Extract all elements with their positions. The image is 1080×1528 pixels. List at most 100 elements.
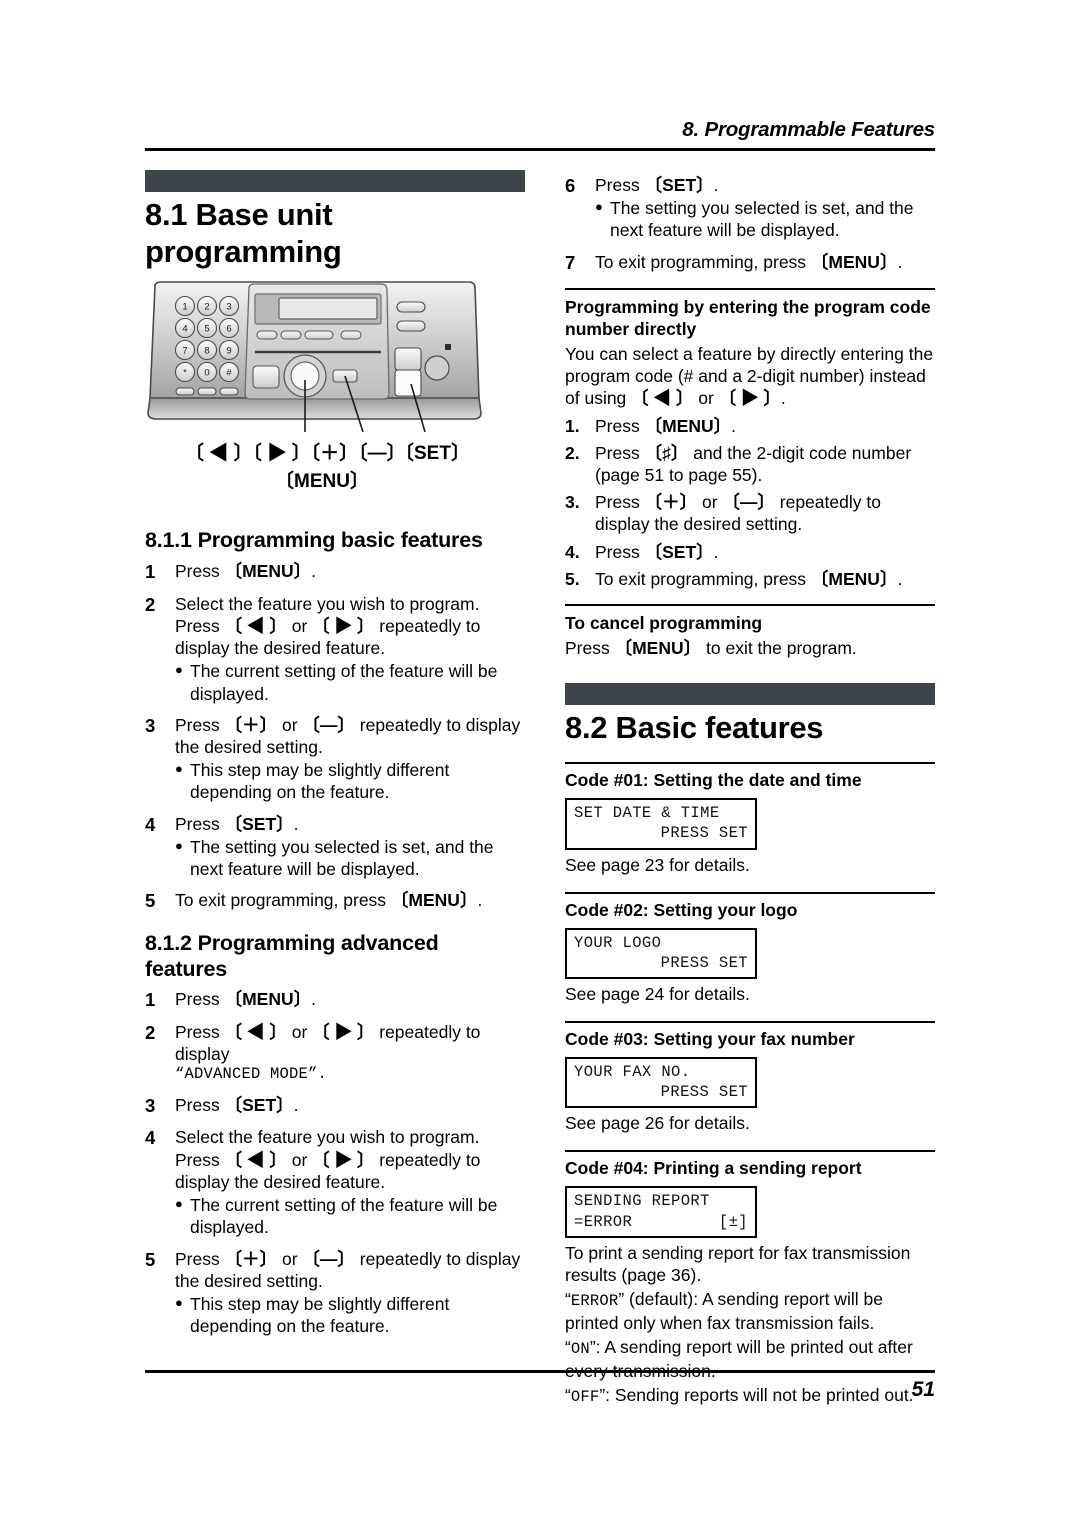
heading-code-01: Code #01: Setting the date and time (565, 770, 862, 791)
direct-code-steps: 1. Press 〔MENU〕. 2. Press 〔♯〕 and the 2-… (565, 415, 935, 591)
see-page-reference: See page 24 for details. (565, 983, 750, 1004)
step-item: 4 Press 〔SET〕. ● The setting you selecte… (145, 813, 525, 881)
bullet-dot-icon: ● (175, 662, 183, 678)
step-line: Select the feature you wish to program. (175, 1127, 480, 1148)
ordered-step-number: 3. (565, 492, 580, 513)
step-line: To exit programming, press 〔MENU〕. (175, 890, 483, 911)
step-body: To exit programming, press 〔MENU〕. (175, 889, 525, 912)
lcd-line-1: SET DATE & TIME (574, 804, 720, 823)
code-04-body-line: “ON”: A sending report will be printed o… (565, 1336, 913, 1381)
see-page-reference: See page 26 for details. (565, 1113, 750, 1134)
lcd-display-code-01: SET DATE & TIME PRESS SET (565, 798, 757, 850)
bullet-text: The current setting of the feature will … (190, 1195, 498, 1238)
lcd-line-1: SENDING REPORT (574, 1192, 710, 1211)
step-item: 7 To exit programming, press 〔MENU〕. (565, 251, 935, 274)
section-bar-82 (565, 683, 935, 706)
divider-rule (565, 604, 935, 607)
step-line: Press 〔＋〕 or 〔—〕 repeatedly to display t… (175, 1248, 521, 1291)
chapter-title: 8. Programmable Features (682, 118, 935, 141)
svg-text:*: * (183, 368, 187, 379)
step-number: 4 (145, 813, 156, 835)
header-rule (145, 148, 935, 151)
step-bullets: ● The setting you selected is set, and t… (175, 836, 525, 880)
svg-text:8: 8 (204, 346, 209, 357)
divider-rule (565, 762, 935, 765)
ordered-step-text: To exit programming, press 〔MENU〕. (595, 568, 903, 589)
step-item: 6 Press 〔SET〕. ● The setting you selecte… (565, 174, 935, 242)
step-line: Press 〔SET〕. (595, 175, 719, 195)
step-item: 3 Press 〔SET〕. (145, 1094, 525, 1117)
bullet-item: ● The current setting of the feature wil… (175, 1194, 525, 1238)
section-heading-81: 8.1 Base unit programming (145, 197, 342, 270)
divider-rule (565, 288, 935, 291)
heading-811: 8.1.1 Programming basic features (145, 528, 483, 553)
fax-control-panel-svg: 1 2 3 4 5 6 7 8 9 * 0 # (147, 281, 482, 433)
bullet-dot-icon: ● (175, 837, 183, 853)
step-line: Press 〔 ◀ 〕 or 〔 ▶ 〕 repeatedly to displ… (175, 1149, 481, 1192)
ordered-step: 5. To exit programming, press 〔MENU〕. (565, 568, 935, 590)
bullet-dot-icon: ● (175, 1196, 183, 1212)
section-heading-82: 8.2 Basic features (565, 710, 824, 746)
steps-811: 1 Press 〔MENU〕. 2 Select the feature you… (145, 560, 525, 913)
step-number: 1 (145, 561, 156, 583)
step-body: Press 〔MENU〕. (175, 560, 525, 583)
ordered-step-text: Press 〔MENU〕. (595, 415, 737, 436)
step-item: 1 Press 〔MENU〕. (145, 988, 525, 1011)
step-line: Press 〔SET〕. (175, 813, 299, 834)
step-bullets: ● This step may be slightly different de… (175, 1293, 525, 1337)
lcd-line-2: PRESS SET (660, 824, 748, 843)
callout-label-navigator-keys: 〔 ◀ 〕〔 ▶ 〕〔＋〕〔—〕 (185, 443, 406, 465)
base-unit-illustration: 1 2 3 4 5 6 7 8 9 * 0 # 〔 ◀ 〕〔 ▶ 〕〔＋〕〔—〕… (145, 280, 525, 510)
step-bullets: ● The current setting of the feature wil… (175, 660, 525, 704)
svg-text:9: 9 (226, 346, 231, 357)
bullet-item: ● This step may be slightly different de… (175, 759, 525, 803)
ordered-step-text: Press 〔♯〕 and the 2-digit code number (p… (595, 442, 912, 485)
svg-text:4: 4 (182, 324, 187, 335)
callout-label-set-key: 〔SET〕 (395, 443, 470, 465)
lcd-line-2-right: [±] (718, 1212, 748, 1231)
step-line: Press 〔MENU〕. (175, 561, 317, 582)
step-item: 5 To exit programming, press 〔MENU〕. (145, 889, 525, 912)
step-item: 4 Select the feature you wish to program… (145, 1126, 525, 1238)
step-bullets: ● This step may be slightly different de… (175, 759, 525, 803)
step-number: 2 (145, 1021, 156, 1043)
section-bar-81 (145, 170, 525, 192)
manual-page: 8. Programmable Features 8.1 Base unit p… (0, 0, 1080, 1528)
step-body: Press 〔＋〕 or 〔—〕 repeatedly to display t… (175, 1248, 525, 1338)
steps-812: 1 Press 〔MENU〕. 2 Press 〔 ◀ 〕 or 〔 ▶ 〕 r… (145, 988, 525, 1337)
step-body: Press 〔MENU〕. (175, 988, 525, 1011)
svg-text:6: 6 (226, 324, 231, 335)
page-number: 51 (911, 1378, 935, 1401)
step-number: 3 (145, 1094, 156, 1116)
step-bullets: ● The current setting of the feature wil… (175, 1194, 525, 1238)
step-line: Press 〔 ◀ 〕 or 〔 ▶ 〕 repeatedly to displ… (175, 1021, 481, 1065)
bullet-item: ● The current setting of the feature wil… (175, 660, 525, 704)
divider-rule (565, 1150, 935, 1153)
lcd-display-code-03: YOUR FAX NO. PRESS SET (565, 1056, 757, 1109)
left-column: 8.1 Base unit programming 1 2 3 4 5 6 7 … (145, 170, 525, 1337)
lcd-line-1: YOUR FAX NO. (574, 1062, 691, 1081)
step-body: To exit programming, press 〔MENU〕. (595, 251, 935, 274)
step-line: Press 〔MENU〕. (175, 989, 317, 1010)
step-body: Press 〔SET〕. (175, 1094, 525, 1117)
ordered-step-number: 2. (565, 442, 580, 463)
step-body: Press 〔＋〕 or 〔—〕 repeatedly to display t… (175, 714, 525, 804)
step-bullets: ● The setting you selected is set, and t… (595, 197, 935, 241)
divider-rule (565, 1021, 935, 1024)
svg-text:0: 0 (204, 368, 209, 379)
step-number: 2 (145, 593, 156, 615)
lcd-line-1: YOUR LOGO (574, 933, 662, 952)
bullet-item: ● The setting you selected is set, and t… (595, 197, 935, 241)
divider-rule (565, 891, 935, 894)
lcd-line-2-left: =ERROR (574, 1212, 633, 1231)
ordered-step: 3. Press 〔＋〕 or 〔—〕 repeatedly to displa… (565, 491, 935, 535)
ordered-step-number: 1. (565, 415, 580, 436)
bullet-text: This step may be slightly different depe… (190, 760, 450, 803)
step-line: Press 〔 ◀ 〕 or 〔 ▶ 〕 repeatedly to displ… (175, 615, 481, 659)
step-number: 6 (565, 175, 576, 196)
step-line: Press 〔SET〕. (175, 1094, 299, 1115)
cancel-programming-text: Press 〔MENU〕 to exit the program. (565, 637, 857, 658)
lcd-line-2: =ERROR [±] (574, 1212, 748, 1232)
lcd-line-2: PRESS SET (660, 1083, 748, 1102)
svg-text:2: 2 (204, 302, 209, 313)
